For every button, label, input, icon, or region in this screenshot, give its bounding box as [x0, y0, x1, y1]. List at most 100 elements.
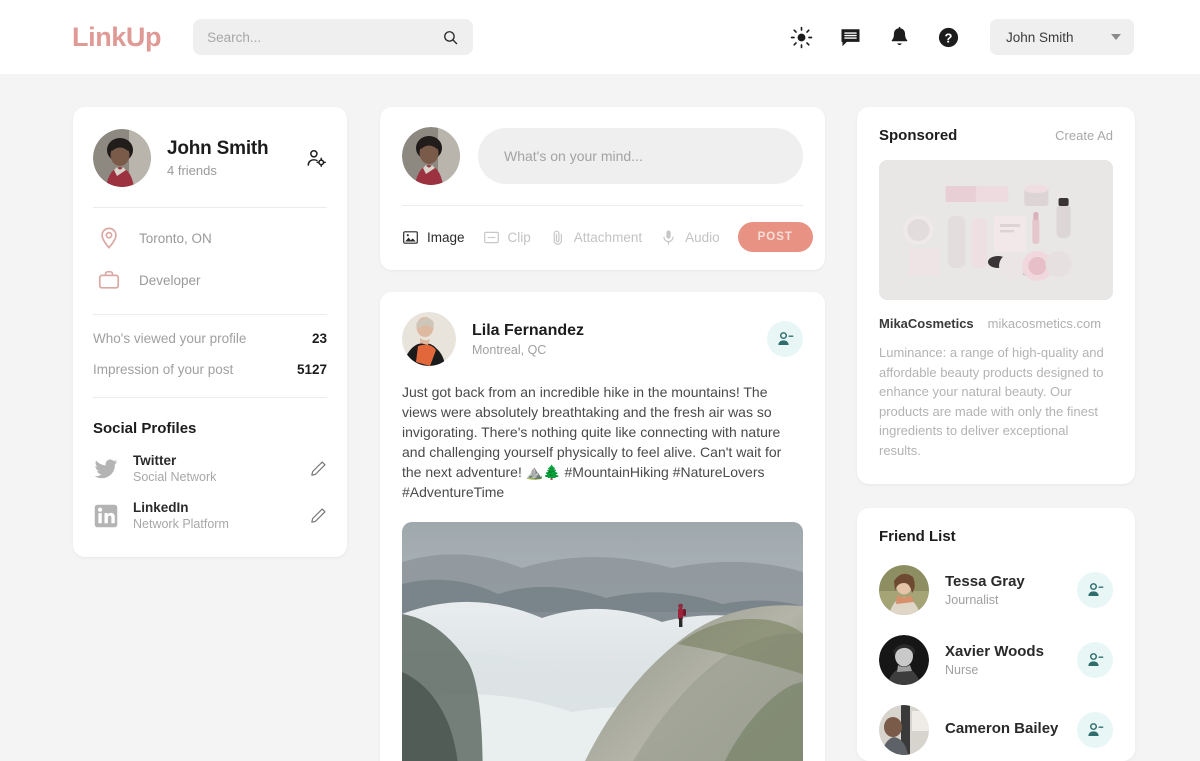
- friend-list-item[interactable]: Cameron Bailey: [879, 705, 1113, 755]
- search-bar[interactable]: [193, 19, 474, 55]
- post-button[interactable]: POST: [737, 222, 813, 252]
- avatar[interactable]: [93, 129, 151, 187]
- profile-info: John Smith 4 friends: [167, 138, 269, 178]
- attach-image-label: Image: [427, 229, 465, 245]
- image-icon: [403, 230, 418, 244]
- person-minus-icon: [778, 332, 794, 345]
- attach-attachment-button[interactable]: Attachment: [549, 229, 642, 246]
- remove-friend-button[interactable]: [1077, 712, 1113, 748]
- social-profiles-title: Social Profiles: [93, 420, 197, 437]
- profile-card: John Smith 4 friends Toronto, ON Develop…: [73, 107, 347, 557]
- post-composer: Image Clip Attachment: [380, 107, 825, 270]
- unfollow-button[interactable]: [767, 321, 803, 357]
- social-profile-name: Twitter: [133, 453, 177, 468]
- edit-pencil-icon[interactable]: [310, 507, 327, 524]
- clip-icon: [483, 231, 499, 243]
- app-root: LinkUp Search... ? John Smith John Smith…: [0, 0, 1200, 761]
- friend-info: Tessa Gray Journalist: [945, 573, 1025, 607]
- composer-actions: Image Clip Attachment Audio POST: [402, 222, 813, 252]
- divider: [93, 397, 327, 398]
- header-actions: ? John Smith: [790, 19, 1134, 55]
- chat-icon[interactable]: [839, 26, 862, 49]
- location-pin-icon: [101, 227, 117, 249]
- friend-role: Journalist: [945, 593, 999, 607]
- chevron-down-icon[interactable]: [1111, 34, 1121, 40]
- main-feed-column: Image Clip Attachment: [380, 107, 825, 761]
- remove-friend-button[interactable]: [1077, 642, 1113, 678]
- social-profile-name: LinkedIn: [133, 500, 189, 515]
- stat-label: Who's viewed your profile: [93, 331, 247, 346]
- profile-name: John Smith: [167, 138, 269, 159]
- app-logo[interactable]: LinkUp: [72, 22, 162, 53]
- stat-row: Who's viewed your profile 23: [93, 331, 327, 346]
- post-author-location: Montreal, QC: [472, 342, 547, 357]
- post-photo[interactable]: [402, 522, 803, 761]
- social-profile-info: LinkedIn Network Platform: [133, 500, 229, 531]
- friend-role: Nurse: [945, 663, 979, 677]
- create-ad-link[interactable]: Create Ad: [1055, 128, 1113, 143]
- social-profile-info: Twitter Social Network: [133, 453, 216, 484]
- composer-input[interactable]: [478, 128, 803, 184]
- sponsored-header: Sponsored Create Ad: [879, 127, 1113, 144]
- divider: [93, 207, 327, 208]
- sponsored-card: Sponsored Create Ad MikaCosmetics mikaco…: [857, 107, 1135, 484]
- sponsored-description: Luminance: a range of high-quality and a…: [879, 345, 1104, 458]
- post-text: Just got back from an incredible hike in…: [402, 384, 782, 500]
- attach-image-button[interactable]: Image: [402, 229, 465, 246]
- avatar[interactable]: [402, 312, 456, 366]
- avatar[interactable]: [879, 565, 929, 615]
- friend-list-item[interactable]: Tessa Gray Journalist: [879, 565, 1113, 615]
- friend-list-title: Friend List: [879, 528, 956, 545]
- avatar[interactable]: [402, 127, 460, 185]
- sponsored-url[interactable]: mikacosmetics.com: [988, 316, 1101, 331]
- social-profile-linkedin[interactable]: LinkedIn Network Platform: [93, 500, 327, 531]
- attach-attachment-label: Attachment: [573, 229, 643, 245]
- profile-location: Toronto, ON: [139, 230, 212, 246]
- user-menu[interactable]: John Smith: [990, 19, 1134, 55]
- top-header: LinkUp Search... ? John Smith: [0, 0, 1200, 74]
- sponsored-brand: MikaCosmetics: [879, 316, 974, 331]
- bell-icon[interactable]: [888, 26, 911, 49]
- remove-friend-button[interactable]: [1077, 572, 1113, 608]
- friend-name: Tessa Gray: [945, 573, 1025, 590]
- avatar[interactable]: [879, 705, 929, 755]
- attach-audio-button[interactable]: Audio: [660, 229, 720, 246]
- attach-clip-button[interactable]: Clip: [483, 229, 531, 246]
- friend-list-card: Friend List Tessa Gray Journalist Xavier…: [857, 508, 1135, 761]
- edit-pencil-icon[interactable]: [310, 460, 327, 477]
- divider: [402, 205, 803, 206]
- post-author-info: Lila Fernandez Montreal, QC: [472, 322, 584, 357]
- profile-friends-count: 4 friends: [167, 163, 217, 178]
- stat-value: 23: [311, 331, 327, 346]
- social-profile-sub: Network Platform: [133, 517, 229, 531]
- avatar[interactable]: [879, 635, 929, 685]
- left-column: John Smith 4 friends Toronto, ON Develop…: [73, 107, 347, 557]
- twitter-icon: [94, 459, 118, 478]
- person-minus-icon: [1088, 723, 1104, 736]
- sun-icon[interactable]: [790, 26, 813, 49]
- search-input[interactable]: [207, 29, 443, 45]
- post-header: Lila Fernandez Montreal, QC: [402, 312, 803, 366]
- composer-top: [402, 127, 803, 185]
- friend-info: Xavier Woods Nurse: [945, 643, 1044, 677]
- profile-header: John Smith 4 friends: [93, 129, 327, 187]
- stat-label: Impression of your post: [93, 362, 234, 377]
- person-minus-icon: [1088, 653, 1104, 666]
- attach-audio-label: Audio: [685, 229, 720, 245]
- sponsored-image[interactable]: [879, 160, 1113, 300]
- help-icon[interactable]: ?: [937, 26, 960, 49]
- right-column: Sponsored Create Ad MikaCosmetics mikaco…: [857, 107, 1135, 761]
- friend-list-item[interactable]: Xavier Woods Nurse: [879, 635, 1113, 685]
- profile-occupation: Developer: [139, 272, 201, 288]
- manage-account-icon[interactable]: [306, 148, 327, 169]
- briefcase-icon: [98, 270, 120, 289]
- post-author-name: Lila Fernandez: [472, 321, 585, 339]
- paperclip-icon: [553, 230, 562, 245]
- profile-location-row: Toronto, ON: [93, 226, 327, 250]
- friend-info: Cameron Bailey: [945, 720, 1058, 740]
- search-icon[interactable]: [442, 29, 459, 46]
- stat-row: Impression of your post 5127: [93, 362, 327, 377]
- stat-value: 5127: [296, 362, 327, 377]
- social-profile-sub: Social Network: [133, 470, 217, 484]
- social-profile-twitter[interactable]: Twitter Social Network: [93, 453, 327, 484]
